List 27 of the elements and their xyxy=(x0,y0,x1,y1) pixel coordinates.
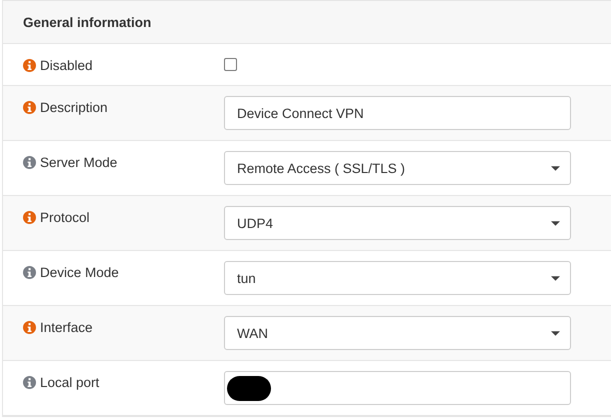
field-label: Device Mode xyxy=(40,265,119,280)
input-field[interactable] xyxy=(224,371,571,405)
section-title: General information xyxy=(23,14,152,30)
dropdown[interactable]: WAN xyxy=(224,316,571,350)
info-icon[interactable] xyxy=(23,59,36,72)
input-field[interactable]: Device Connect VPN xyxy=(224,96,571,130)
info-icon[interactable] xyxy=(23,376,36,389)
field-label: Description xyxy=(40,100,108,115)
dropdown[interactable]: tun xyxy=(224,261,571,295)
caret-icon xyxy=(551,166,560,170)
field-label: Interface xyxy=(40,320,93,335)
caret-icon xyxy=(551,220,560,226)
dropdown[interactable]: Remote Access ( SSL/TLS ) xyxy=(224,151,571,185)
info-icon[interactable] xyxy=(23,156,36,169)
caret-icon xyxy=(551,276,560,280)
caret-icon xyxy=(551,330,560,336)
field-label: Disabled xyxy=(40,58,93,73)
info-icon[interactable] xyxy=(23,321,36,334)
info-icon[interactable] xyxy=(23,211,36,224)
field-label: Local port xyxy=(40,375,100,390)
info-icon[interactable] xyxy=(23,266,36,279)
checkbox[interactable] xyxy=(224,58,237,71)
redaction-mark xyxy=(227,376,271,400)
field-label: Protocol xyxy=(40,210,90,225)
info-icon[interactable] xyxy=(23,101,36,114)
dropdown[interactable]: UDP4 xyxy=(224,206,571,240)
field-label: Server Mode xyxy=(40,155,118,170)
